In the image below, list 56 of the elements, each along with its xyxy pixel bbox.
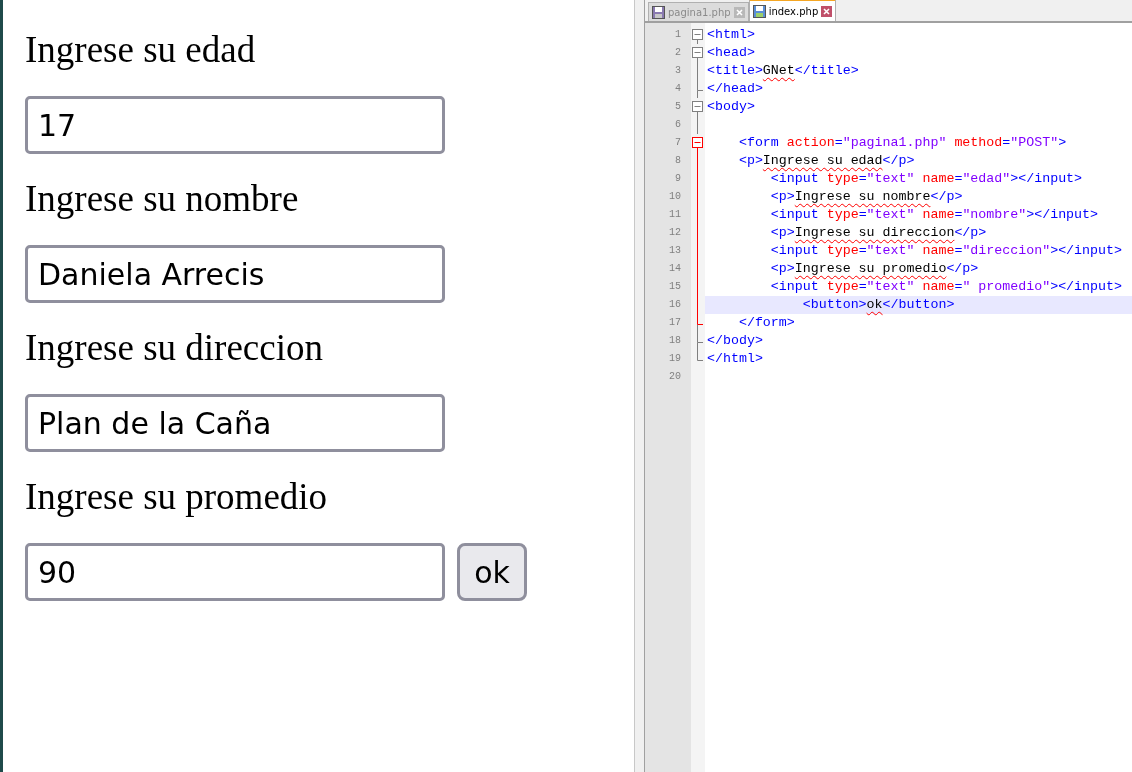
line-number: 10 xyxy=(669,190,681,204)
code-line: <p>Ingrese su nombre</p> xyxy=(769,188,964,206)
line-number: 11 xyxy=(669,208,681,222)
line-number: 16 xyxy=(669,298,681,312)
line-number: 20 xyxy=(669,370,681,384)
code-line: <input type="text" name="nombre"></input> xyxy=(769,206,1100,224)
panel-splitter[interactable] xyxy=(634,0,645,772)
line-number: 15 xyxy=(669,280,681,294)
input-field[interactable]: Daniela Arrecis xyxy=(25,245,445,303)
code-line: <title>GNet</title> xyxy=(706,62,860,80)
input-field[interactable]: 90 xyxy=(25,543,445,601)
code-line: </html> xyxy=(706,350,764,368)
line-number: 5 xyxy=(675,100,681,114)
line-number: 3 xyxy=(675,64,681,78)
field-label: Ingrese su edad xyxy=(25,28,257,72)
code-line: <head> xyxy=(706,44,756,62)
line-number: 17 xyxy=(669,316,681,330)
line-number: 19 xyxy=(669,352,681,366)
line-number: 4 xyxy=(675,82,681,96)
ok-button[interactable]: ok xyxy=(457,543,527,601)
line-number: 9 xyxy=(675,172,681,186)
code-line: <input type="text" name="direccion"></input> xyxy=(769,242,1123,260)
input-field[interactable]: Plan de la Caña xyxy=(25,394,445,452)
field-label: Ingrese su direccion xyxy=(25,326,324,370)
tab-label: index.php xyxy=(768,5,819,17)
fold-minus-icon[interactable] xyxy=(692,44,703,62)
input-field[interactable]: 17 xyxy=(25,96,445,154)
close-icon[interactable] xyxy=(733,6,745,18)
fold-minus-icon[interactable] xyxy=(692,26,703,44)
code-line: <p>Ingrese su promedio</p> xyxy=(769,260,980,278)
code-line: </head> xyxy=(706,80,764,98)
code-line: <input type="text" name="edad"></input> xyxy=(769,170,1084,188)
line-number: 13 xyxy=(669,244,681,258)
field-label: Ingrese su promedio xyxy=(25,475,329,519)
code-line: <p>Ingrese su direccion</p> xyxy=(769,224,988,242)
line-number: 7 xyxy=(675,136,681,150)
tab-label: pagina1.php xyxy=(668,6,731,18)
line-number: 14 xyxy=(669,262,681,276)
code-line: <input type="text" name=" promedio"></input> xyxy=(769,278,1123,296)
code-line: <form action="pagina1.php" method="POST"> xyxy=(737,134,1068,152)
line-number: 12 xyxy=(669,226,681,240)
code-line: <p>Ingrese su edad</p> xyxy=(737,152,916,170)
code-line: <body> xyxy=(706,98,756,116)
code-line: </body> xyxy=(706,332,764,350)
field-label: Ingrese su nombre xyxy=(25,177,300,221)
code-line: </form> xyxy=(737,314,796,332)
line-number: 6 xyxy=(675,118,681,132)
line-number: 1 xyxy=(675,28,681,42)
line-number: 18 xyxy=(669,334,681,348)
file-tab[interactable]: index.php xyxy=(748,0,837,21)
line-number: 2 xyxy=(675,46,681,60)
close-icon[interactable] xyxy=(821,5,833,17)
line-number: 8 xyxy=(675,154,681,168)
code-line: <html> xyxy=(706,26,756,44)
fold-minus-icon[interactable] xyxy=(692,98,703,116)
fold-minus-icon[interactable] xyxy=(692,134,703,152)
